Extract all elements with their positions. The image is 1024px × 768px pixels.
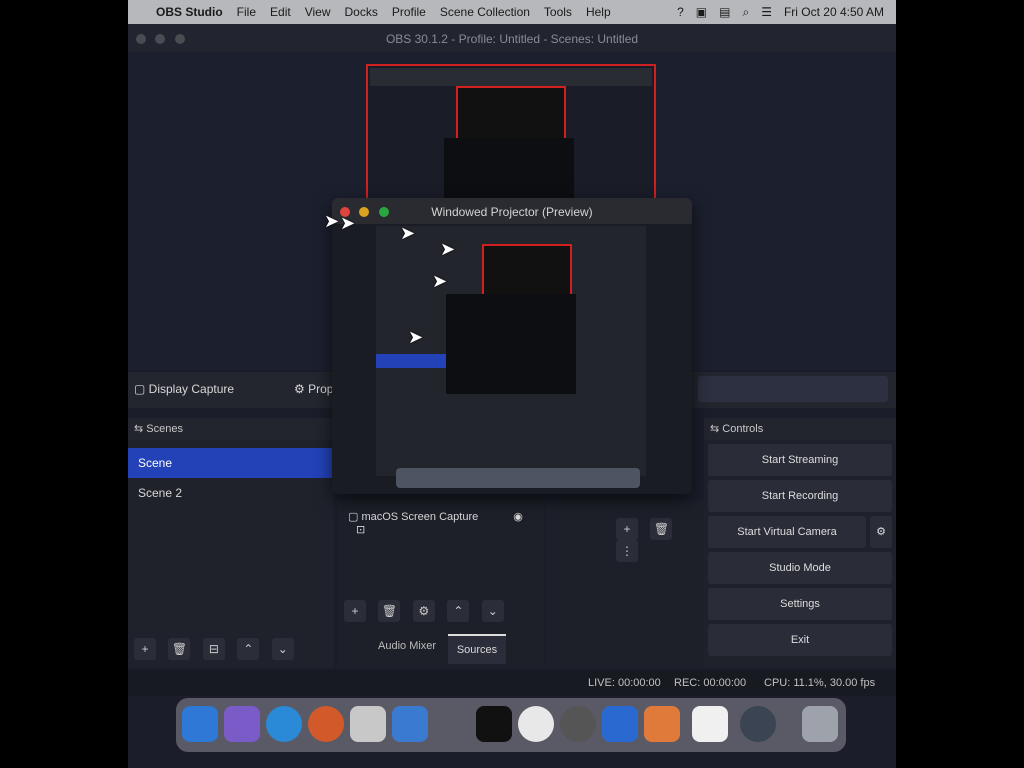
properties-button[interactable]: ⚙ Prop (294, 382, 333, 396)
app-icon[interactable] (644, 706, 680, 742)
textedit-icon[interactable] (350, 706, 386, 742)
cursor-icon: ➤ (324, 211, 340, 231)
remove-source-icon[interactable]: 🗑 (378, 600, 401, 622)
move-up-icon[interactable]: ⌃ (447, 600, 470, 622)
more-icon[interactable]: ⋮ (616, 540, 638, 562)
start-streaming-button[interactable]: Start Streaming (708, 444, 892, 476)
display-icon: ▢ (348, 511, 362, 523)
controls-icon: ⇆ (710, 423, 723, 435)
lock-icon[interactable]: ⊡ (356, 524, 365, 536)
window-title: OBS 30.1.2 - Profile: Untitled - Scenes:… (385, 32, 639, 46)
preview-nested-frame (370, 68, 652, 86)
sources-toolbar: + 🗑 ⚙ ⌃ ⌄ (344, 600, 512, 622)
menu-tools[interactable]: Tools (544, 5, 572, 19)
trash-icon[interactable] (802, 706, 838, 742)
tab-audio-mixer[interactable]: Audio Mixer (378, 640, 436, 652)
add-transition-icon[interactable]: + (616, 518, 638, 540)
scene-item[interactable]: Scene (128, 448, 334, 478)
move-up-icon[interactable]: ⌃ (237, 638, 260, 660)
cursor-icon: ➤ (440, 239, 456, 259)
help-icon[interactable]: ? (677, 5, 684, 19)
scene-item[interactable]: Scene 2 (128, 478, 334, 508)
safari-icon[interactable] (266, 706, 302, 742)
menu-scene-collection[interactable]: Scene Collection (440, 5, 530, 19)
rec-status: REC: 00:00:00 (674, 677, 747, 689)
move-down-icon[interactable]: ⌄ (271, 638, 294, 660)
scenes-header: ⇆ Scenes (128, 418, 334, 440)
cursor-icon: ➤ (432, 271, 448, 291)
menu-profile[interactable]: Profile (392, 5, 426, 19)
keyboard-icon[interactable]: ▣ (696, 5, 707, 19)
settings-button[interactable]: Settings (708, 588, 892, 620)
finder-icon[interactable] (182, 706, 218, 742)
terminal-icon[interactable] (476, 706, 512, 742)
menu-edit[interactable]: Edit (270, 5, 291, 19)
launchpad-icon[interactable] (224, 706, 260, 742)
filter-icon[interactable]: ⊟ (202, 638, 225, 660)
source-name: ▢ Display Capture (134, 382, 235, 396)
scenes-panel: ⇆ Scenes Scene Scene 2 + 🗑 ⊟ ⌃ ⌄ (128, 418, 334, 668)
exit-button[interactable]: Exit (708, 624, 892, 656)
sources-panel: ▢ macOS Screen Capture ◉ ⊡ + 🗑 ⚙ ⌃ ⌄ Aud… (338, 500, 544, 668)
add-scene-icon[interactable]: + (134, 638, 156, 660)
projector-title: Windowed Projector (Preview) (431, 205, 593, 219)
gear-icon: ⚙ (294, 382, 309, 396)
projector-preview (332, 224, 692, 494)
remove-transition-icon[interactable]: 🗑 (650, 518, 673, 540)
visibility-icon[interactable]: ◉ (513, 511, 523, 523)
menu-help[interactable]: Help (586, 5, 611, 19)
control-center-icon[interactable]: ☰ (761, 5, 772, 19)
projector-nested-scene (376, 354, 446, 368)
tab-sources[interactable]: Sources (448, 634, 506, 664)
virtual-camera-settings-icon[interactable]: ⚙ (870, 516, 892, 548)
live-status: LIVE: 00:00:00 (588, 677, 661, 689)
menu-status-area: ? ▣ ▤ ⌕ ☰ Fri Oct 20 4:50 AM (677, 5, 896, 20)
menu-view[interactable]: View (305, 5, 331, 19)
remove-scene-icon[interactable]: 🗑 (168, 638, 191, 660)
menu-clock[interactable]: Fri Oct 20 4:50 AM (784, 5, 884, 19)
cursor-icon: ➤ (340, 213, 356, 233)
transitions-panel: + 🗑 ⋮ (546, 500, 704, 668)
display-select[interactable] (698, 376, 888, 402)
source-item[interactable]: ▢ macOS Screen Capture ◉ ⊡ (338, 500, 544, 536)
vscode-icon[interactable] (602, 706, 638, 742)
cursor-icon: ➤ (400, 223, 416, 243)
cpu-status: CPU: 11.1%, 30.00 fps (764, 677, 876, 689)
dock (176, 698, 846, 752)
move-down-icon[interactable]: ⌄ (481, 600, 504, 622)
source-settings-icon[interactable]: ⚙ (412, 600, 435, 622)
menu-app-name[interactable]: OBS Studio (156, 5, 223, 19)
menu-bar: OBS Studio File Edit View Docks Profile … (128, 0, 896, 24)
projector-nested-dock (396, 468, 640, 488)
desktop: OBS Studio File Edit View Docks Profile … (128, 0, 896, 768)
menu-file[interactable]: File (237, 5, 256, 19)
start-virtual-camera-button[interactable]: Start Virtual Camera (708, 516, 866, 548)
add-source-icon[interactable]: + (344, 600, 366, 622)
scenes-icon: ⇆ (134, 423, 147, 435)
projector-title-bar[interactable]: Windowed Projector (Preview) (332, 198, 692, 224)
xcode-icon[interactable] (392, 706, 428, 742)
projector-window[interactable]: Windowed Projector (Preview) (332, 198, 692, 494)
app-icon[interactable] (740, 706, 776, 742)
display-icon: ▢ (134, 382, 149, 396)
firefox-icon[interactable] (308, 706, 344, 742)
scenes-toolbar: + 🗑 ⊟ ⌃ ⌄ (134, 638, 302, 660)
cursor-icon: ➤ (408, 327, 424, 347)
transitions-toolbar: + 🗑 ⋮ (616, 518, 704, 562)
start-recording-button[interactable]: Start Recording (708, 480, 892, 512)
app-icon[interactable] (692, 706, 728, 742)
chrome-icon[interactable] (518, 706, 554, 742)
obs-title-bar: OBS 30.1.2 - Profile: Untitled - Scenes:… (128, 24, 896, 52)
menu-docks[interactable]: Docks (345, 5, 378, 19)
controls-panel: ⇆ Controls Start Streaming Start Recordi… (704, 418, 896, 668)
controls-header: ⇆ Controls (704, 418, 896, 440)
clipboard-icon[interactable]: ▤ (719, 5, 730, 19)
status-bar: LIVE: 00:00:00 REC: 00:00:00 CPU: 11.1%,… (128, 670, 896, 696)
studio-mode-button[interactable]: Studio Mode (708, 552, 892, 584)
search-icon[interactable]: ⌕ (742, 5, 749, 20)
obs-icon[interactable] (560, 706, 596, 742)
projector-nested-panel (446, 294, 576, 394)
